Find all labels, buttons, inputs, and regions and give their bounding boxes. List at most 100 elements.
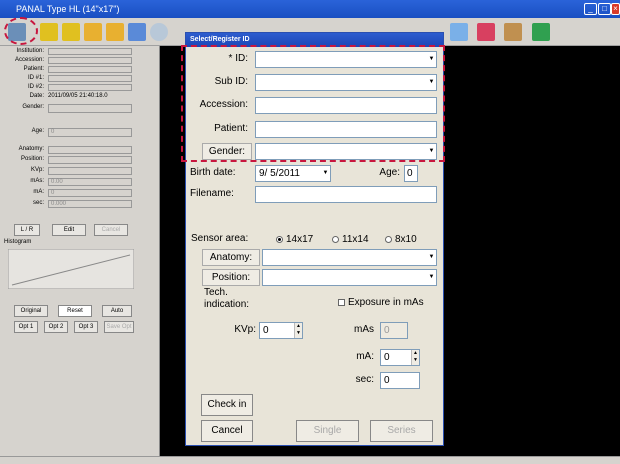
- age-value: 0: [404, 165, 418, 182]
- sensor-14x17-radio[interactable]: 14x17: [276, 234, 313, 245]
- highlight-box: [181, 45, 445, 162]
- radio-icon: [385, 235, 392, 243]
- open-folder-icon[interactable]: [40, 23, 58, 41]
- id1-value: [48, 75, 132, 82]
- filename-label: Filename:: [190, 188, 234, 199]
- save-icon[interactable]: [128, 23, 146, 41]
- sec-field[interactable]: 0: [380, 372, 420, 389]
- ma-stepper[interactable]: 0 ▲ ▼: [380, 349, 420, 366]
- minimize-icon[interactable]: _: [584, 3, 597, 15]
- birthdate-value: 9/ 5/2011: [259, 168, 300, 179]
- single-button[interactable]: Single: [296, 420, 359, 442]
- window-titlebar: PANAL Type HL (14"x17") _ □ ×: [0, 0, 620, 18]
- filename-input[interactable]: [255, 186, 437, 203]
- edit-button[interactable]: Edit: [52, 224, 86, 236]
- position-label: Position:: [20, 156, 44, 162]
- ma-label: mA:: [33, 189, 44, 195]
- anatomy-select[interactable]: [48, 146, 132, 154]
- sec-label: sec:: [32, 200, 44, 206]
- reset-button[interactable]: Reset: [58, 305, 92, 317]
- id2-label: ID #2:: [27, 84, 44, 90]
- radio-icon: [332, 235, 339, 243]
- opt1-button[interactable]: Opt 1: [14, 321, 38, 333]
- sensor-11x14-label: 11x14: [342, 234, 369, 245]
- maximize-icon[interactable]: □: [598, 3, 611, 15]
- folder-add-icon[interactable]: [62, 23, 80, 41]
- mas-field[interactable]: 0: [380, 322, 408, 339]
- ma-label: mA:: [356, 351, 374, 362]
- highlight-circle: [4, 17, 38, 45]
- mas-label: mAs:: [30, 178, 44, 184]
- chevron-down-icon: ▼: [427, 270, 436, 285]
- sensor-14x17-label: 14x17: [286, 234, 314, 245]
- checkbox-icon: [338, 298, 345, 306]
- id1-label: ID #1:: [27, 75, 44, 81]
- window-icon[interactable]: [450, 23, 468, 41]
- folder-icon[interactable]: [106, 23, 124, 41]
- accession-label: Accession:: [14, 57, 44, 63]
- opt3-button[interactable]: Opt 3: [74, 321, 98, 333]
- position-select[interactable]: [48, 156, 132, 164]
- status-bar: [0, 456, 620, 464]
- position-select[interactable]: ▼: [262, 269, 437, 286]
- kvp-stepper[interactable]: 0 ▲ ▼: [259, 322, 303, 339]
- age-label: Age:: [31, 128, 44, 134]
- date-value: 2011/09/05 21:40:18.0: [48, 93, 108, 99]
- anatomy-label: Anatomy:: [18, 146, 44, 152]
- institution-label: Institution:: [16, 48, 44, 54]
- image-viewer[interactable]: [445, 46, 620, 460]
- histogram-label: Histogram: [4, 239, 32, 245]
- patient-value: [48, 66, 132, 73]
- chevron-down-icon: ▼: [321, 166, 330, 181]
- tools-icon[interactable]: [504, 23, 522, 41]
- cancel-edit-button[interactable]: Cancel: [94, 224, 128, 236]
- save-opt-button[interactable]: Save Opt: [104, 321, 134, 333]
- spin-arrows-icon: ▲ ▼: [411, 350, 419, 365]
- ma-value: 0: [384, 352, 390, 363]
- lock-icon[interactable]: [532, 23, 550, 41]
- envelope-icon[interactable]: [84, 23, 102, 41]
- exposure-checkbox[interactable]: Exposure in mAs: [338, 297, 424, 308]
- age-label: Age:: [379, 167, 400, 178]
- birthdate-picker[interactable]: 9/ 5/2011 ▼: [255, 165, 331, 182]
- sensor-8x10-radio[interactable]: 8x10: [385, 234, 417, 245]
- age-value: 0: [48, 128, 132, 137]
- series-button[interactable]: Series: [370, 420, 433, 442]
- mas-label: mAs: [354, 324, 374, 335]
- opt2-button[interactable]: Opt 2: [44, 321, 68, 333]
- radio-checked-icon: [276, 235, 283, 243]
- histogram-graph: [8, 249, 134, 289]
- accession-value: [48, 57, 132, 64]
- checkin-button[interactable]: Check in: [201, 394, 253, 416]
- auto-button[interactable]: Auto: [102, 305, 132, 317]
- close-icon[interactable]: ×: [611, 3, 620, 15]
- exposure-label: Exposure in mAs: [348, 297, 424, 308]
- cancel-button[interactable]: Cancel: [201, 420, 253, 442]
- sensor-8x10-label: 8x10: [395, 234, 417, 245]
- kvp-value: 0: [263, 325, 269, 336]
- sec-field[interactable]: 0.000: [48, 200, 132, 208]
- kvp-label: KVp:: [30, 167, 44, 173]
- ma-field[interactable]: 0: [48, 189, 132, 197]
- spin-arrows-icon: ▲ ▼: [294, 323, 302, 338]
- patient-info-panel: Institution: Accession: Patient: ID #1: …: [0, 46, 160, 464]
- sensor-area-label: Sensor area:: [191, 233, 249, 244]
- anatomy-select[interactable]: ▼: [262, 249, 437, 266]
- original-button[interactable]: Original: [14, 305, 48, 317]
- lr-button[interactable]: L / R: [14, 224, 40, 236]
- disc-icon[interactable]: [150, 23, 168, 41]
- position-label-button[interactable]: Position:: [202, 269, 260, 286]
- gender-label: Gender:: [22, 104, 44, 110]
- kvp-label: KVp:: [234, 324, 256, 335]
- kvp-field[interactable]: [48, 167, 132, 175]
- institution-value: [48, 48, 132, 55]
- sec-label: sec:: [355, 374, 374, 385]
- sensor-11x14-radio[interactable]: 11x14: [332, 234, 369, 245]
- chevron-down-icon: ▼: [427, 250, 436, 265]
- mas-field[interactable]: 0.00: [48, 178, 132, 186]
- anatomy-label-button[interactable]: Anatomy:: [202, 249, 260, 266]
- window-title: PANAL Type HL (14"x17"): [16, 4, 120, 14]
- gender-select[interactable]: [48, 104, 132, 113]
- heart-icon[interactable]: [477, 23, 495, 41]
- birthdate-label: Birth date:: [190, 167, 236, 178]
